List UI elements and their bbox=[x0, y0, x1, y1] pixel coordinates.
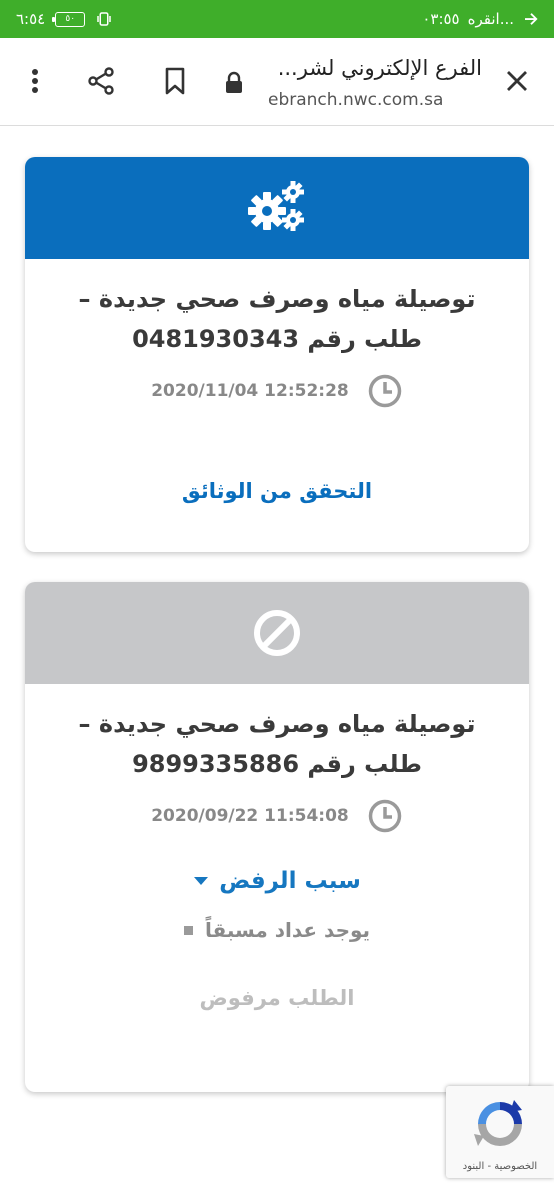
notification-time: ٠٣:٥٥ bbox=[422, 10, 460, 28]
caret-down-icon bbox=[194, 877, 209, 885]
rejection-reason-toggle[interactable]: سبب الرفض bbox=[25, 868, 529, 894]
vibrate-icon bbox=[97, 12, 111, 26]
request-datetime: 2020/09/22 11:54:08 bbox=[151, 806, 349, 826]
recaptcha-badge[interactable]: الخصوصية - البنود bbox=[446, 1086, 554, 1178]
request-card: توصيلة مياه وصرف صحي جديدة – طلب رقم 048… bbox=[25, 157, 529, 552]
bookmark-icon[interactable] bbox=[157, 63, 193, 99]
clock-time: ٦:٥٤ bbox=[16, 10, 46, 28]
request-title-line1: توصيلة مياه وصرف صحي جديدة – bbox=[78, 285, 476, 313]
reason-text: يوجد عداد مسبقاً bbox=[204, 918, 371, 942]
url-domain[interactable]: ebranch.nwc.com.sa bbox=[268, 90, 443, 110]
bullet-icon bbox=[183, 925, 193, 935]
date-row: 2020/09/22 11:54:08 bbox=[25, 798, 529, 834]
gears-icon bbox=[248, 181, 304, 231]
request-title: توصيلة مياه وصرف صحي جديدة – طلب رقم 048… bbox=[25, 279, 529, 359]
request-title-line1: توصيلة مياه وصرف صحي جديدة – bbox=[78, 710, 476, 738]
card-header bbox=[25, 582, 529, 684]
request-number: طلب رقم 9899335886 bbox=[132, 750, 422, 778]
share-icon[interactable] bbox=[83, 63, 119, 99]
battery-icon: ٥٠ bbox=[52, 11, 86, 27]
request-title: توصيلة مياه وصرف صحي جديدة – طلب رقم 989… bbox=[25, 704, 529, 784]
request-datetime: 2020/11/04 12:52:28 bbox=[151, 381, 349, 401]
lock-icon bbox=[216, 65, 252, 101]
verify-documents-link[interactable]: التحقق من الوثائق bbox=[25, 479, 529, 503]
clock-icon bbox=[368, 374, 402, 408]
recaptcha-icon bbox=[474, 1100, 522, 1146]
more-vert-icon[interactable] bbox=[17, 63, 53, 99]
clock-icon bbox=[368, 799, 402, 833]
request-status: الطلب مرفوض bbox=[199, 986, 355, 1010]
request-number: طلب رقم 0481930343 bbox=[132, 325, 422, 353]
recaptcha-links[interactable]: الخصوصية - البنود bbox=[446, 1161, 554, 1172]
rejection-reason-item: يوجد عداد مسبقاً bbox=[25, 918, 529, 942]
request-card: توصيلة مياه وصرف صحي جديدة – طلب رقم 989… bbox=[25, 582, 529, 1092]
status-bar: ٦:٥٤ ٥٠ ٠٣:٥٥ انقره... bbox=[0, 0, 554, 38]
date-row: 2020/11/04 12:52:28 bbox=[25, 373, 529, 409]
blocked-icon bbox=[254, 610, 300, 656]
rejection-reason-label: سبب الرفض bbox=[219, 868, 361, 894]
close-icon[interactable] bbox=[499, 63, 535, 99]
browser-toolbar: الفرع الإلكتروني لشر... ebranch.nwc.com.… bbox=[0, 38, 554, 126]
forward-arrow-icon bbox=[525, 13, 538, 25]
page-title[interactable]: الفرع الإلكتروني لشر... bbox=[278, 56, 482, 80]
notification-text: انقره... bbox=[467, 10, 514, 28]
card-header bbox=[25, 157, 529, 259]
